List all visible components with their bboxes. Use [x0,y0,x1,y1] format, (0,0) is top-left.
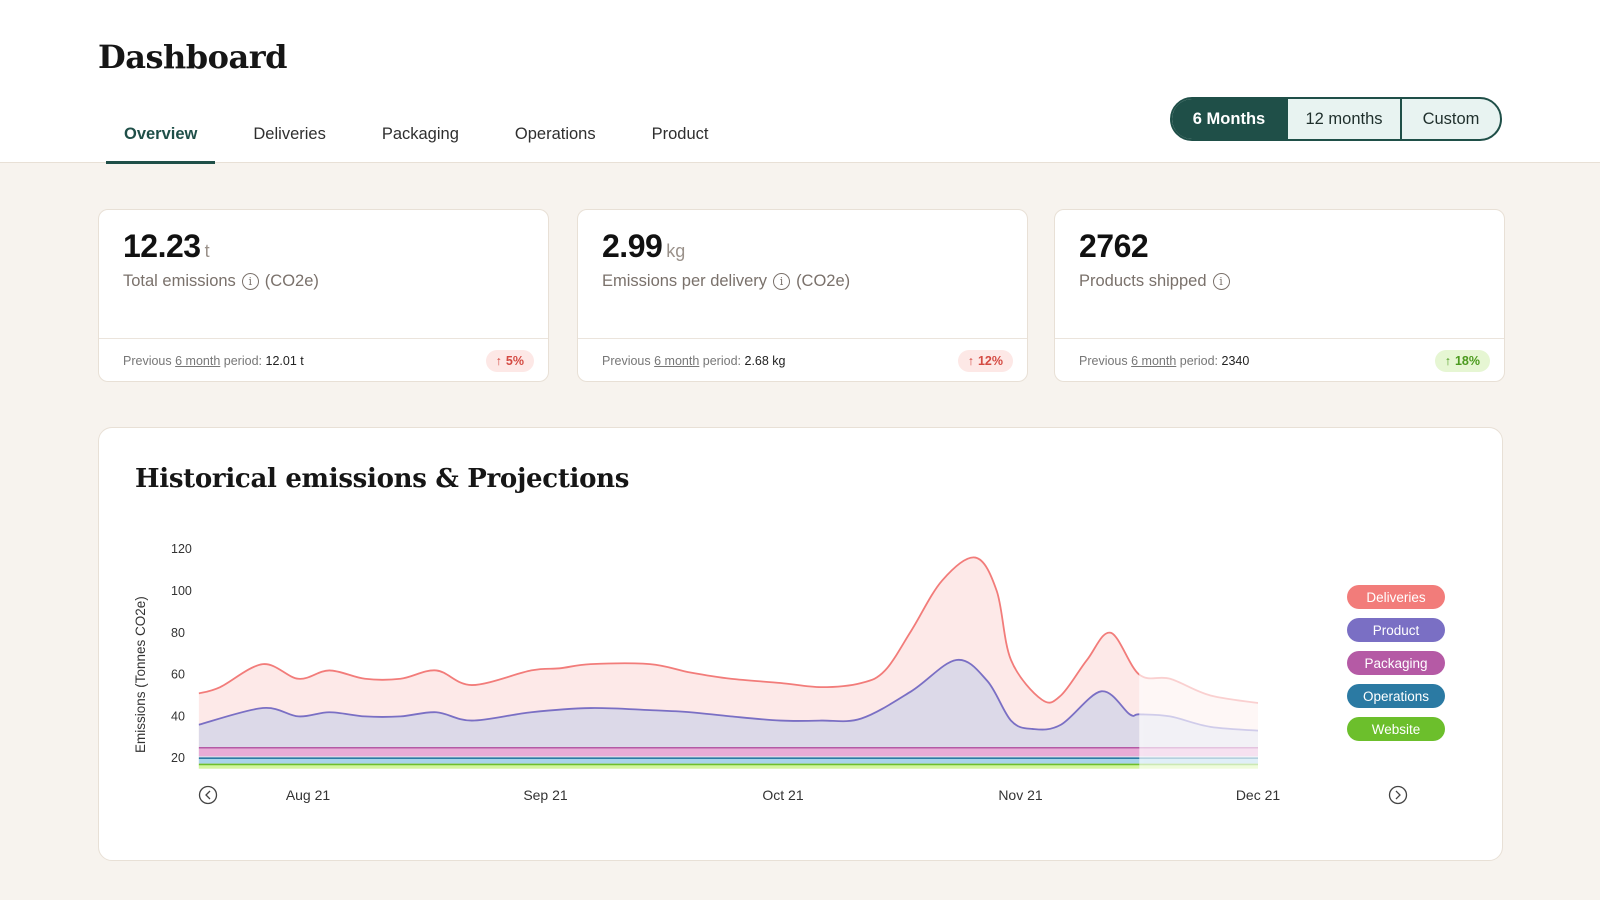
prev-value: 2.68 kg [744,354,786,368]
period-link[interactable]: 6 month [654,354,699,368]
tab-packaging[interactable]: Packaging [364,118,477,163]
kpi-number: 12.23 [123,228,201,264]
x-tick-oct-21: Oct 21 [762,787,803,803]
header: Dashboard Overview Deliveries Packaging … [0,0,1600,164]
kpi-number: 2.99 [602,228,663,264]
prev-mid: period: [1179,354,1219,368]
kpi-label-text: Emissions per delivery [602,272,768,290]
tab-operations[interactable]: Operations [497,118,614,163]
period-12-months-button[interactable]: 12 months [1286,99,1400,139]
previous-period-text: Previous 6 month period: 2340 [1079,354,1249,368]
x-tick-nov-21: Nov 21 [998,787,1043,803]
x-tick-dec-21: Dec 21 [1236,787,1281,803]
previous-period-text: Previous 6 month period: 2.68 kg [602,354,786,368]
page-title: Dashboard [98,38,287,76]
kpi-label-text: Products shipped [1079,272,1207,290]
tab-bar: Overview Deliveries Packaging Operations… [106,118,746,164]
change-value: 5% [505,354,524,368]
legend-operations[interactable]: Operations [1347,684,1445,708]
legend-packaging[interactable]: Packaging [1347,651,1445,675]
prev-prefix: Previous [123,354,172,368]
y-tick-120: 120 [171,542,192,556]
historical-series [198,556,1140,769]
kpi-label-suffix: (CO2e) [796,272,851,290]
prev-prefix: Previous [602,354,651,368]
legend-product[interactable]: Product [1347,618,1445,642]
prev-value: 2340 [1221,354,1250,368]
info-icon[interactable]: i [241,273,259,290]
change-badge: ↑ 18% [1434,350,1490,372]
period-link[interactable]: 6 month [1131,354,1176,368]
kpi-card-products-shipped: 2762 Products shipped i Previous 6 month… [1054,209,1505,382]
y-tick-80: 80 [171,626,185,640]
prev-mid: period: [702,354,742,368]
kpi-card-emissions-per-delivery: 2.99 kg Emissions per delivery i (CO2e) P… [577,209,1028,382]
kpi-number: 2762 [1079,228,1149,264]
kpi-label-text: Total emissions [123,272,236,290]
kpi-card-total-emissions: 12.23 t Total emissions i (CO2e) Previous… [98,209,549,382]
kpi-label: Emissions per delivery i (CO2e) [602,272,850,291]
x-tick-aug-21: Aug 21 [286,787,331,803]
kpi-footer: Previous 6 month period: 12.01 t ↑ 5% [99,338,548,381]
change-value: 18% [1454,354,1480,368]
emissions-chart: 20 40 60 80 100 120 Emissions (Tonnes CO2e) Aug… [133,542,1408,805]
change-value: 12% [977,354,1003,368]
prev-mid: period: [223,354,263,368]
prev-value: 12.01 t [265,354,304,368]
emissions-chart-card: Historical emissions & Projections 20 40 6… [98,427,1503,861]
y-tick-20: 20 [171,751,185,765]
chevron-left-circle-icon[interactable] [198,785,218,805]
kpi-value: 12.23 t [123,228,210,265]
y-axis-label: Emissions (Tonnes CO2e) [133,596,148,753]
tab-deliveries[interactable]: Deliveries [235,118,343,163]
arrow-up-icon: ↑ [967,354,974,368]
kpi-label: Products shipped i [1079,272,1230,291]
packaging-band [198,747,1140,757]
arrow-up-icon: ↑ [495,354,502,368]
kpi-footer: Previous 6 month period: 2.68 kg ↑ 12% [578,338,1027,381]
legend-deliveries[interactable]: Deliveries [1347,585,1445,609]
arrow-up-icon: ↑ [1444,354,1451,368]
previous-period-text: Previous 6 month period: 12.01 t [123,354,304,368]
info-icon[interactable]: i [773,273,791,290]
y-tick-60: 60 [171,668,185,682]
kpi-unit: kg [666,241,686,261]
period-custom-button[interactable]: Custom [1400,99,1500,139]
chart-legend: Deliveries Product Packaging Operations … [1347,585,1445,741]
chevron-right-circle-icon[interactable] [1388,785,1408,805]
change-badge: ↑ 5% [485,350,534,372]
legend-website[interactable]: Website [1347,717,1445,741]
change-badge: ↑ 12% [957,350,1013,372]
kpi-value: 2.99 kg [602,228,685,265]
prev-prefix: Previous [1079,354,1128,368]
y-tick-40: 40 [171,709,185,723]
y-tick-100: 100 [171,584,192,598]
period-6-months-button[interactable]: 6 Months [1172,99,1286,139]
period-link[interactable]: 6 month [175,354,220,368]
kpi-label-suffix: (CO2e) [264,272,319,290]
period-selector: 6 Months 12 months Custom [1170,97,1502,141]
tab-overview[interactable]: Overview [106,118,216,164]
kpi-footer: Previous 6 month period: 2340 ↑ 18% [1055,338,1504,381]
kpi-value: 2762 [1079,228,1149,265]
kpi-label: Total emissions i (CO2e) [123,272,319,291]
kpi-unit: t [204,241,210,261]
x-tick-sep-21: Sep 21 [523,787,568,803]
tab-product[interactable]: Product [634,118,727,163]
info-icon[interactable]: i [1212,273,1230,290]
